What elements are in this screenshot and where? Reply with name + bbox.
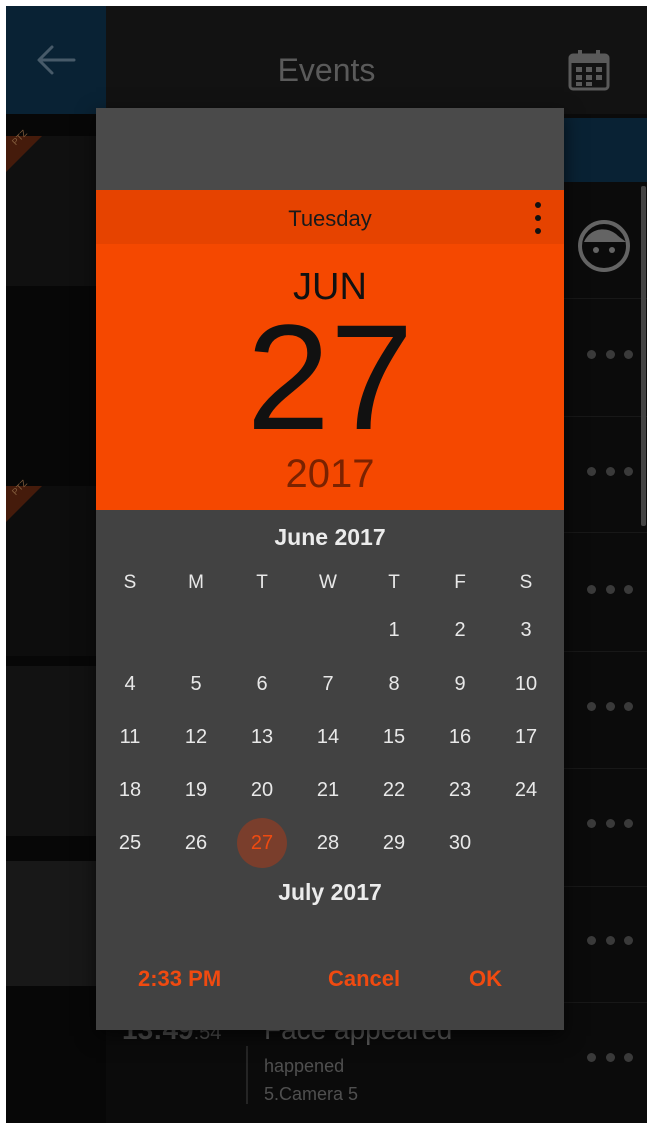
calendar-day[interactable]: 1 [369, 605, 419, 655]
calendar-day[interactable]: 6 [237, 659, 287, 709]
calendar-day[interactable]: 20 [237, 765, 287, 815]
calendar-day[interactable]: 14 [303, 712, 353, 762]
app-screen: PTZ PTZ Events:54 happened 5.Camera 5 T… [6, 6, 647, 1123]
calendar-day[interactable]: 11 [105, 712, 155, 762]
calendar-day[interactable]: 8 [369, 659, 419, 709]
calendar-day[interactable]: 30 [435, 818, 485, 868]
calendar-day-selected[interactable]: 27 [237, 818, 287, 868]
calendar-day[interactable]: 17 [501, 712, 551, 762]
calendar-day[interactable]: 7 [303, 659, 353, 709]
calendar-day[interactable]: 12 [171, 712, 221, 762]
calendar-day[interactable]: 22 [369, 765, 419, 815]
next-month-title: July 2017 [278, 879, 382, 905]
time-button[interactable]: 2:33 PM [138, 966, 221, 992]
calendar-day[interactable]: 18 [105, 765, 155, 815]
calendar-day[interactable]: 15 [369, 712, 419, 762]
calendar-day[interactable]: 25 [105, 818, 155, 868]
calendar-day[interactable]: 2 [435, 605, 485, 655]
calendar-day[interactable]: 4 [105, 659, 155, 709]
calendar-day[interactable]: 28 [303, 818, 353, 868]
ok-button[interactable]: OK [469, 966, 502, 992]
calendar-day[interactable]: 19 [171, 765, 221, 815]
calendar-day[interactable]: 13 [237, 712, 287, 762]
calendar-day[interactable]: 24 [501, 765, 551, 815]
calendar-day[interactable]: 3 [501, 605, 551, 655]
calendar-day[interactable]: 9 [435, 659, 485, 709]
calendar-day[interactable]: 10 [501, 659, 551, 709]
calendar-day[interactable]: 23 [435, 765, 485, 815]
calendar-day[interactable]: 26 [171, 818, 221, 868]
date-picker-dialog: Tuesday JUN 27 2017 June 2017 SMTWTFS 12… [96, 108, 564, 1030]
calendar-day[interactable]: 16 [435, 712, 485, 762]
calendar-day[interactable]: 5 [171, 659, 221, 709]
calendar-day[interactable]: 29 [369, 818, 419, 868]
calendar-day[interactable]: 21 [303, 765, 353, 815]
cancel-button[interactable]: Cancel [328, 966, 400, 992]
